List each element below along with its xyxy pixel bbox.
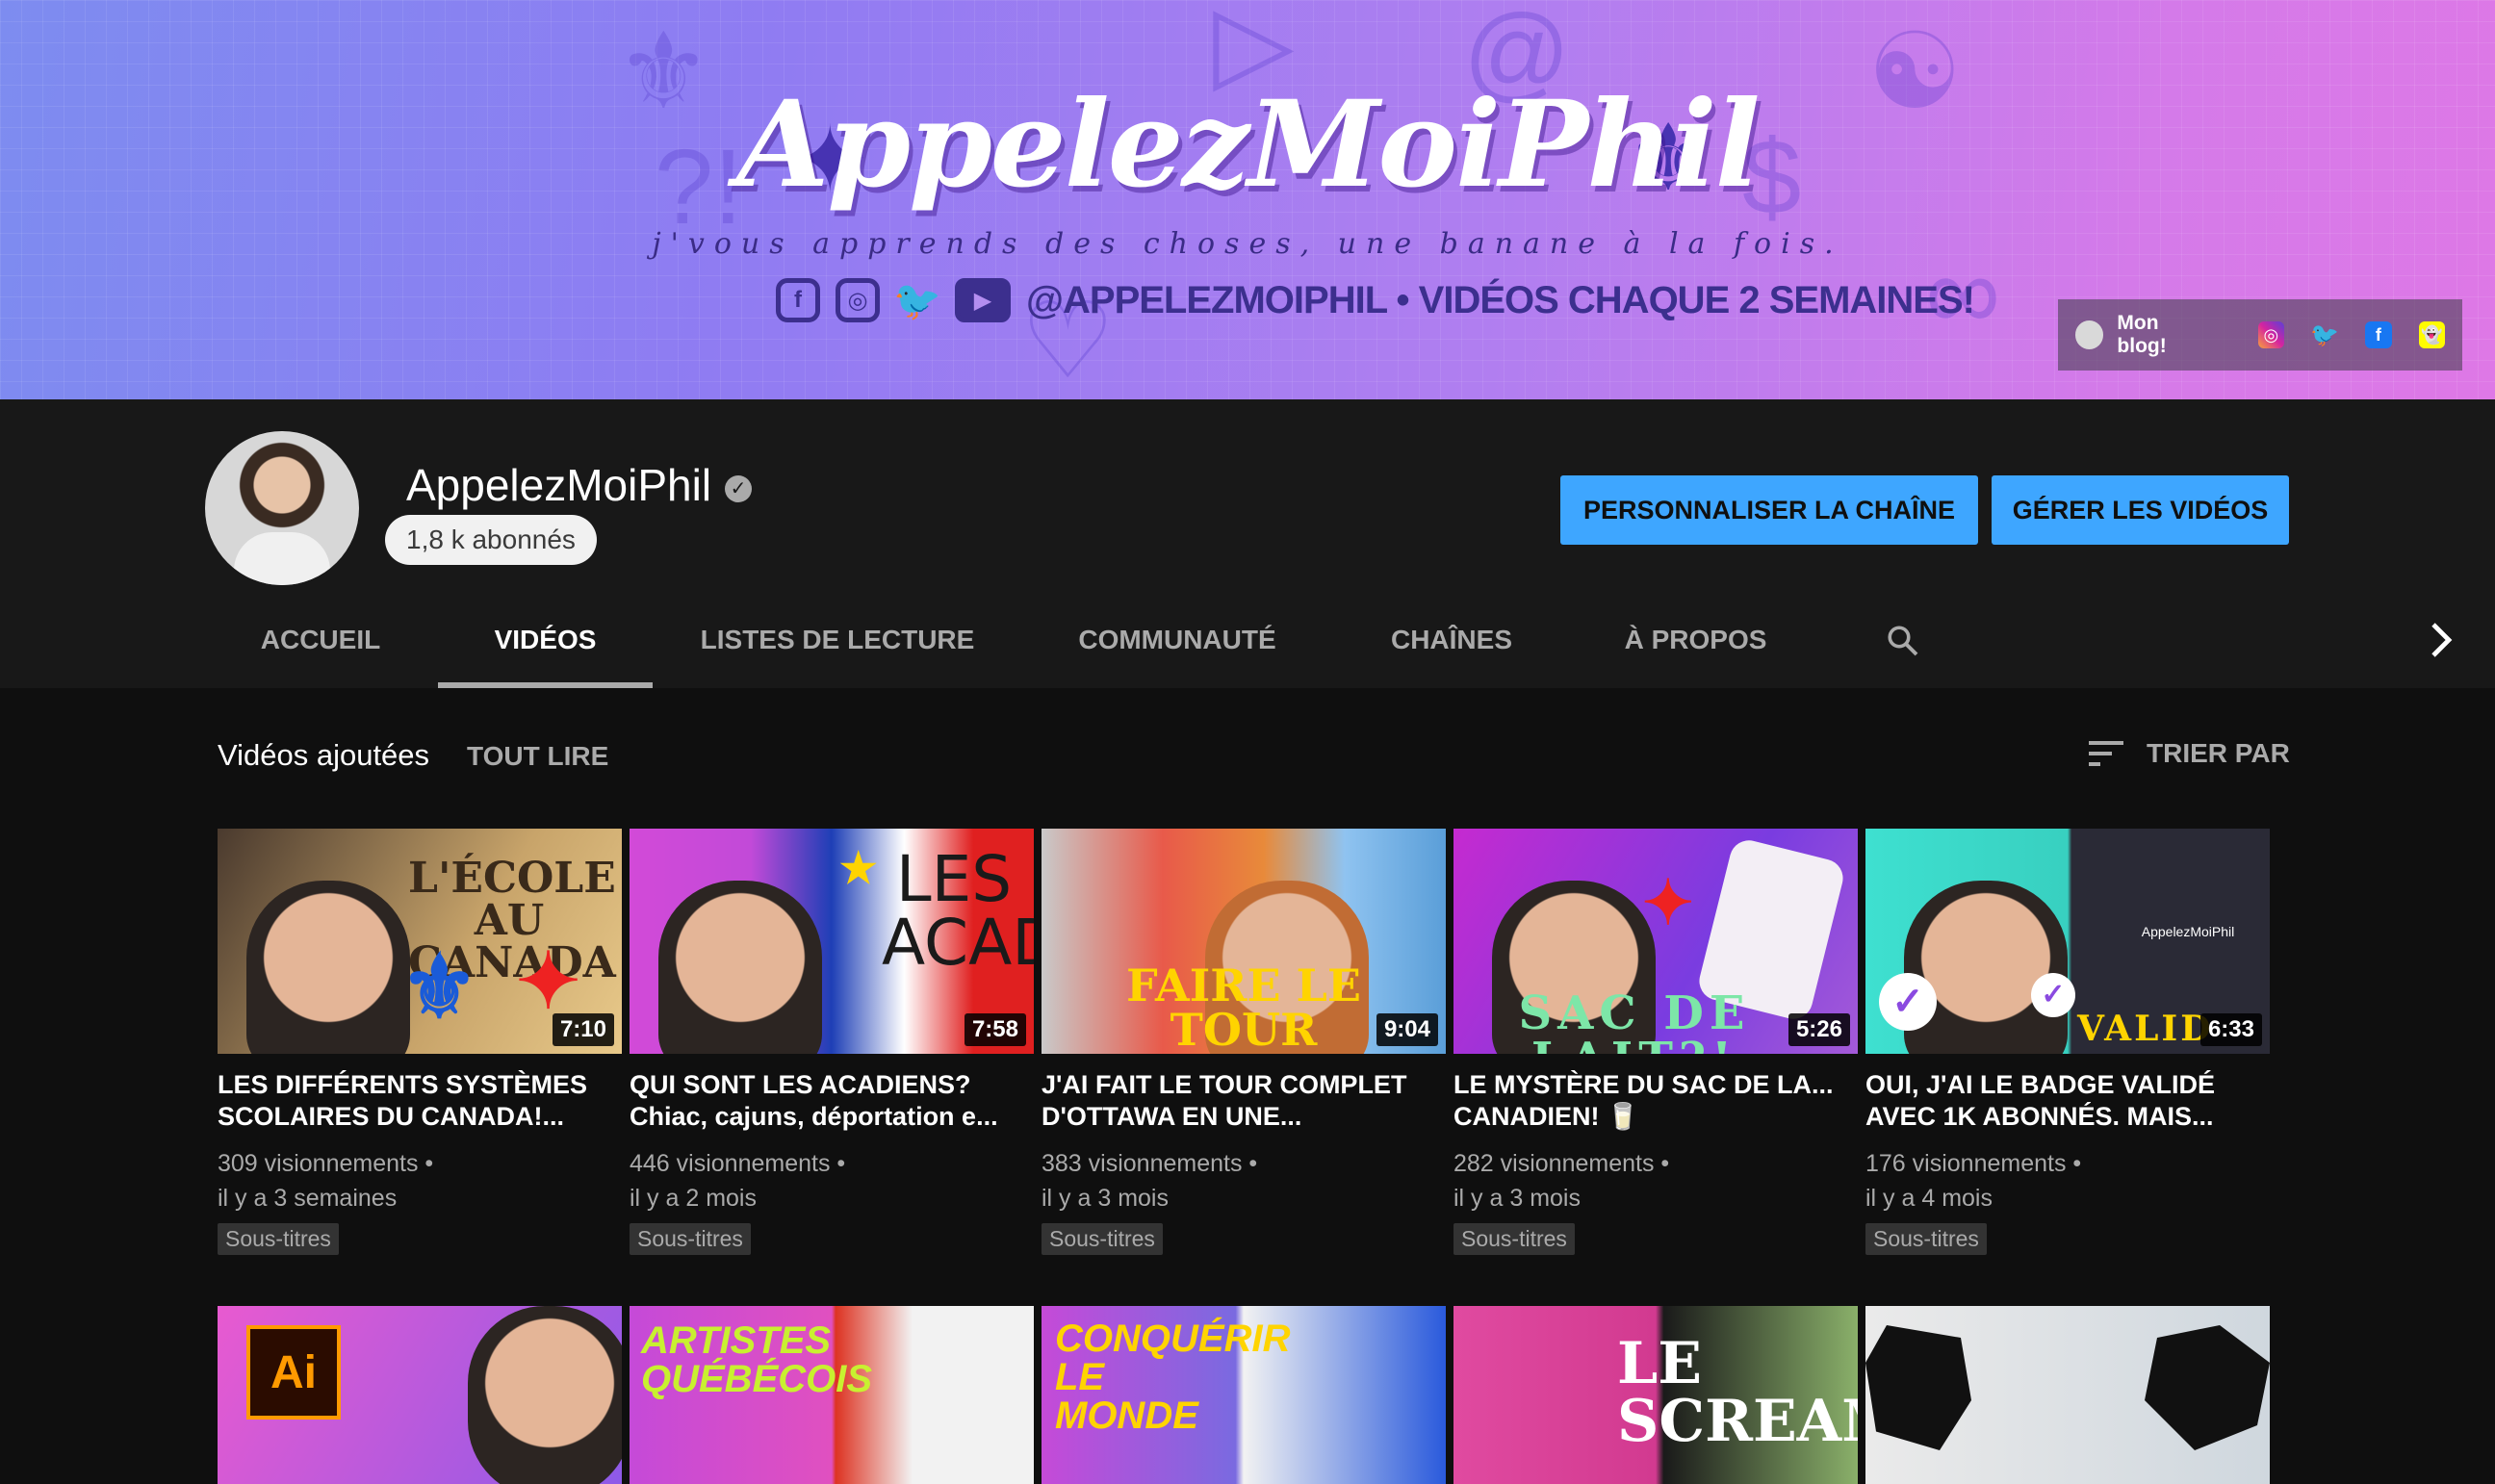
france-map — [1865, 1325, 1971, 1450]
snapchat-link-icon[interactable]: 👻 — [2418, 321, 2445, 348]
channel-name-text: AppelezMoiPhil — [406, 460, 712, 510]
video-duration: 6:33 — [2199, 1013, 2262, 1046]
video-title[interactable]: OUI, J'AI LE BADGE VALIDÉ AVEC 1K ABONNÉ… — [1865, 1069, 2270, 1133]
play-all-button[interactable]: TOUT LIRE — [467, 741, 608, 772]
banner-links: Mon blog! ◎ 🐦 f 👻 — [2058, 299, 2462, 371]
subtitles-badge: Sous-titres — [1865, 1223, 1987, 1255]
tab-community[interactable]: COMMUNAUTÉ — [1059, 592, 1296, 688]
video-views: 309 visionnements • — [218, 1150, 434, 1177]
sort-label: TRIER PAR — [2147, 738, 2290, 768]
subtitles-badge: Sous-titres — [1042, 1223, 1163, 1255]
subtitles-badge: Sous-titres — [630, 1223, 751, 1255]
video-views: 383 visionnements • — [1042, 1150, 1258, 1177]
videos-content: Vidéos ajoutées TOUT LIRE TRIER PAR L'ÉC… — [0, 688, 2495, 1484]
facebook-icon: f — [776, 278, 820, 322]
channel-mini-name: AppelezMoiPhil — [2141, 924, 2235, 939]
video-duration: 5:26 — [1788, 1013, 1850, 1046]
star-icon: ★ — [839, 844, 878, 893]
video-thumbnail[interactable]: ✓ ✓ AppelezMoiPhil VALID 6:33 — [1865, 829, 2270, 1054]
thumbnail-overlay-text: SAC DE LAIT?! — [1518, 986, 1751, 1054]
video-thumbnail[interactable]: ✦ SAC DE LAIT?! 5:26 — [1453, 829, 1858, 1054]
channel-tabs: ACCUEIL VIDÉOS LISTES DE LECTURE COMMUNA… — [0, 592, 2495, 688]
instagram-icon: ◎ — [836, 278, 880, 322]
chevron-right-icon[interactable] — [2430, 621, 2453, 659]
blog-avatar-icon[interactable] — [2075, 320, 2104, 349]
section-title: Vidéos ajoutées — [218, 738, 430, 772]
video-age: il y a 3 mois — [1042, 1185, 1169, 1212]
channel-avatar — [205, 431, 359, 585]
thumbnail-overlay-text: VALID — [2077, 1009, 2214, 1049]
video-views: 176 visionnements • — [1865, 1150, 2082, 1177]
tab-home[interactable]: ACCUEIL — [229, 592, 412, 688]
video-thumbnail[interactable]: Ai — [218, 1306, 622, 1484]
video-thumbnail[interactable]: L'ÉCOLE AU CANADA ⚜ ✦ 7:10 — [218, 829, 622, 1054]
facebook-link-icon[interactable]: f — [2365, 321, 2392, 348]
instagram-link-icon[interactable]: ◎ — [2257, 321, 2285, 348]
video-age: il y a 2 mois — [630, 1185, 757, 1212]
tab-channels[interactable]: CHAÎNES — [1361, 592, 1542, 688]
subtitles-badge: Sous-titres — [218, 1223, 339, 1255]
twitter-icon: 🐦 — [893, 279, 941, 322]
video-card[interactable]: L'ÉCOLE AU CANADA ⚜ ✦ 7:10 LES DIFFÉRENT… — [218, 829, 622, 1255]
video-title[interactable]: QUI SONT LES ACADIENS? Chiac, cajuns, dé… — [630, 1069, 1034, 1133]
video-card[interactable]: ★ LES ACADIENS 7:58 QUI SONT LES ACADIEN… — [630, 829, 1034, 1255]
tab-playlists[interactable]: LISTES DE LECTURE — [693, 592, 982, 688]
video-thumbnail[interactable]: ★ LES ACADIENS 7:58 — [630, 829, 1034, 1054]
check-circle-icon: ✓ — [2031, 973, 2075, 1017]
check-circle-icon: ✓ — [1879, 973, 1937, 1031]
thumbnail-overlay-text: LES ACADIENS — [882, 842, 1034, 980]
video-duration: 7:10 — [552, 1013, 614, 1046]
video-title[interactable]: LE MYSTÈRE DU SAC DE LA... CANADIEN! 🥛 — [1453, 1069, 1858, 1133]
video-age: il y a 4 mois — [1865, 1185, 1993, 1212]
illustrator-icon: Ai — [246, 1325, 341, 1420]
subtitles-badge: Sous-titres — [1453, 1223, 1575, 1255]
blog-link[interactable]: Mon blog! — [2117, 312, 2211, 358]
channel-name: AppelezMoiPhil ✓ — [406, 459, 753, 511]
video-title[interactable]: J'AI FAIT LE TOUR COMPLET D'OTTAWA EN UN… — [1042, 1069, 1446, 1133]
video-card[interactable]: ✦ SAC DE LAIT?! 5:26 LE MYSTÈRE DU SAC D… — [1453, 829, 1858, 1255]
banner-social-row: f ◎ 🐦 ▶ @APPELEZMOIPHIL • VIDÉOS CHAQUE … — [776, 271, 1975, 329]
customize-channel-button[interactable]: PERSONNALISER LA CHAÎNE — [1560, 475, 1978, 545]
banner-title: AppelezMoiPhil — [736, 75, 1761, 215]
banner-tagline: j'vous apprends des choses, une banane à… — [652, 227, 1843, 261]
video-thumbnail[interactable] — [1865, 1306, 2270, 1484]
video-thumbnail[interactable]: ARTISTES QUÉBÉCOIS — [630, 1306, 1034, 1484]
video-thumbnail[interactable]: LE SCREAMER — [1453, 1306, 1858, 1484]
video-title[interactable]: LES DIFFÉRENTS SYSTÈMES SCOLAIRES DU CAN… — [218, 1069, 622, 1133]
tab-videos[interactable]: VIDÉOS — [438, 592, 653, 688]
banner-social-text: @APPELEZMOIPHIL • VIDÉOS CHAQUE 2 SEMAIN… — [1026, 278, 1975, 321]
canada-map — [2145, 1325, 2270, 1450]
channel-header: AppelezMoiPhil ✓ 1,8 k abonnés PERSONNALI… — [0, 399, 2495, 688]
thumbnail-overlay-text: CONQUÉRIR LE MONDE — [1055, 1318, 1291, 1437]
search-icon[interactable] — [1885, 623, 1919, 657]
maple-leaf-icon: ✦ — [516, 935, 581, 1026]
thumbnail-overlay-text: FAIRE LE TOUR D'OTTAWA — [1111, 959, 1376, 1054]
video-card[interactable]: ✓ ✓ AppelezMoiPhil VALID 6:33 OUI, J'AI … — [1865, 829, 2270, 1255]
video-thumbnail[interactable]: FAIRE LE TOUR D'OTTAWA 9:04 — [1042, 829, 1446, 1054]
sort-button[interactable]: TRIER PAR — [2089, 738, 2290, 769]
video-views: 446 visionnements • — [630, 1150, 846, 1177]
subscriber-count: 1,8 k abonnés — [385, 515, 597, 565]
video-thumbnail[interactable]: CONQUÉRIR LE MONDE — [1042, 1306, 1446, 1484]
verified-check-icon: ✓ — [725, 474, 753, 502]
video-age: il y a 3 semaines — [218, 1185, 398, 1212]
thumbnail-overlay-text: LE SCREAMER — [1617, 1330, 1858, 1455]
video-duration: 7:58 — [964, 1013, 1026, 1046]
sort-icon — [2089, 741, 2123, 766]
twitter-link-icon[interactable]: 🐦 — [2310, 321, 2339, 348]
thumbnail-overlay-text: ARTISTES QUÉBÉCOIS — [641, 1319, 873, 1400]
manage-videos-button[interactable]: GÉRER LES VIDÉOS — [1992, 475, 2289, 545]
video-card[interactable]: FAIRE LE TOUR D'OTTAWA 9:04 J'AI FAIT LE… — [1042, 829, 1446, 1255]
video-age: il y a 3 mois — [1453, 1185, 1581, 1212]
video-views: 282 visionnements • — [1453, 1150, 1670, 1177]
youtube-icon: ▶ — [955, 278, 1011, 322]
maple-leaf-icon: ✦ — [1642, 867, 1694, 939]
tab-about[interactable]: À PROPOS — [1608, 592, 1784, 688]
video-duration: 9:04 — [1376, 1013, 1438, 1046]
channel-banner: ⚜ ▷ @ ☯ $ ?! ♡ ∞ ✦ ⚜ AppelezMoiPhil j'vo… — [0, 0, 2495, 399]
fleur-de-lis-icon: ⚜ — [400, 936, 478, 1038]
